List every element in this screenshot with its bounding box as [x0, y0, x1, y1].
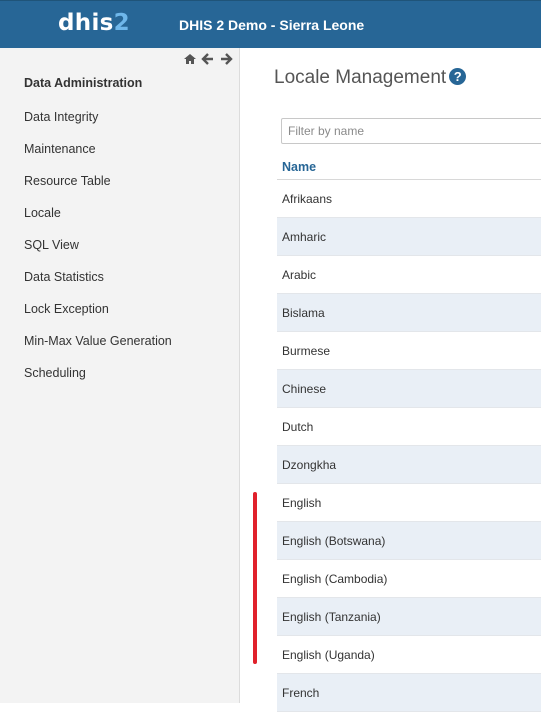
table-row[interactable]: English (Uganda)	[277, 636, 541, 674]
table-row[interactable]: English (Tanzania)	[277, 598, 541, 636]
sidebar-section-title: Data Administration	[24, 76, 143, 90]
table-row[interactable]: Bislama	[277, 294, 541, 332]
locale-list: Afrikaans Amharic Arabic Bislama Burmese…	[277, 180, 541, 712]
table-row[interactable]: Amharic	[277, 218, 541, 256]
table-row[interactable]: English	[277, 484, 541, 522]
top-header: dhis2 DHIS 2 Demo - Sierra Leone	[0, 0, 541, 48]
help-icon[interactable]: ?	[449, 68, 467, 85]
table-row[interactable]: Burmese	[277, 332, 541, 370]
annotation-marker	[253, 492, 257, 664]
sidebar-item-data-statistics[interactable]: Data Statistics	[24, 270, 104, 284]
sidebar-item-scheduling[interactable]: Scheduling	[24, 366, 86, 380]
table-row[interactable]: Arabic	[277, 256, 541, 294]
sidebar: Data Administration Data Integrity Maint…	[0, 48, 240, 703]
table-row[interactable]: Dzongkha	[277, 446, 541, 484]
column-header-name[interactable]: Name	[277, 152, 541, 180]
table-row[interactable]: French	[277, 674, 541, 712]
table-row[interactable]: Chinese	[277, 370, 541, 408]
sidebar-item-maintenance[interactable]: Maintenance	[24, 142, 96, 156]
table-row[interactable]: Dutch	[277, 408, 541, 446]
sidebar-item-sql-view[interactable]: SQL View	[24, 238, 79, 252]
sidebar-item-min-max-value-generation[interactable]: Min-Max Value Generation	[24, 334, 172, 348]
main-content: Locale Management? Name Afrikaans Amhari…	[240, 48, 541, 712]
home-icon[interactable]	[183, 52, 197, 66]
sidebar-nav-icons	[183, 52, 233, 66]
dhis2-logo[interactable]: dhis2	[58, 10, 130, 36]
arrow-left-icon[interactable]	[201, 52, 215, 66]
table-row[interactable]: English (Botswana)	[277, 522, 541, 560]
filter-input[interactable]	[281, 118, 541, 144]
sidebar-item-resource-table[interactable]: Resource Table	[24, 174, 111, 188]
app-title: DHIS 2 Demo - Sierra Leone	[179, 17, 365, 33]
sidebar-item-data-integrity[interactable]: Data Integrity	[24, 110, 98, 124]
table-row[interactable]: English (Cambodia)	[277, 560, 541, 598]
arrow-right-icon[interactable]	[219, 52, 233, 66]
table-row[interactable]: Afrikaans	[277, 180, 541, 218]
sidebar-item-lock-exception[interactable]: Lock Exception	[24, 302, 109, 316]
sidebar-item-locale[interactable]: Locale	[24, 206, 61, 220]
page-title: Locale Management?	[274, 67, 467, 89]
